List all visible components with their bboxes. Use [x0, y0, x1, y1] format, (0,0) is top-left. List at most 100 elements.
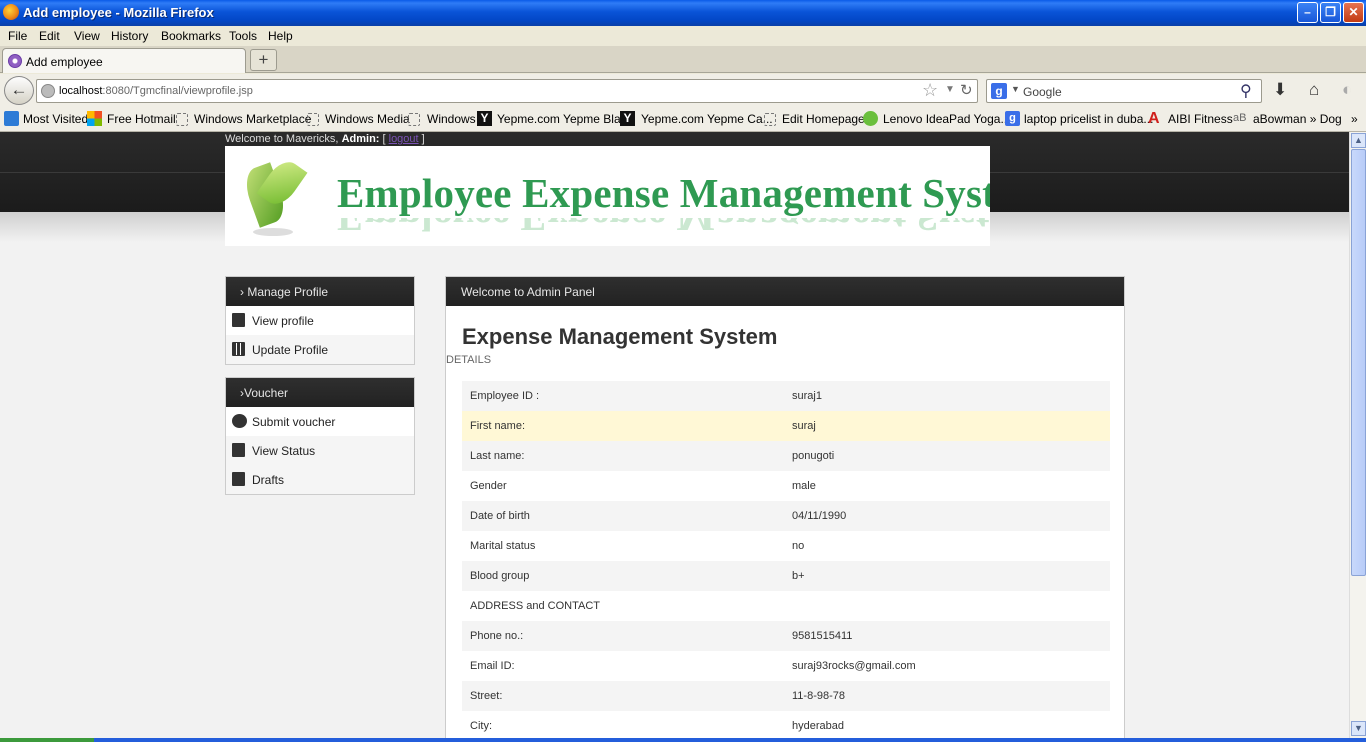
logout-link[interactable]: logout: [389, 133, 419, 145]
banner-title: Employee Expense Management System: [337, 170, 990, 216]
row-value: suraj: [792, 420, 816, 432]
menu-bookmarks[interactable]: Bookmarks: [161, 29, 221, 43]
google-search-engine-icon[interactable]: g: [991, 83, 1007, 99]
page-scrollbar[interactable]: ▲ ▼: [1349, 132, 1366, 738]
menu-help[interactable]: Help: [268, 29, 293, 43]
sidebar-item-update-profile[interactable]: Update Profile: [226, 335, 414, 364]
document-icon: [232, 472, 245, 486]
manage-profile-menu: › Manage Profile View profile Update Pro…: [225, 276, 415, 365]
bookmarks-toolbar: Most Visited Free Hotmail Windows Market…: [0, 106, 1366, 132]
address-bar[interactable]: localhost:8080/Tgmcfinal/viewprofile.jsp…: [36, 79, 978, 103]
row-value: suraj93rocks@gmail.com: [792, 660, 916, 672]
table-row: City: hyderabad: [462, 711, 1110, 738]
row-value: no: [792, 540, 805, 552]
downloads-icon[interactable]: ⬇: [1273, 80, 1287, 100]
sidebar-item-view-profile[interactable]: View profile: [226, 306, 414, 335]
bookmark-lenovo[interactable]: Lenovo IdeaPad Yoga...: [883, 112, 1010, 126]
minimize-button[interactable]: –: [1297, 2, 1318, 23]
lenovo-icon: [863, 111, 878, 126]
search-bar[interactable]: g ▼ Google ⚲: [986, 79, 1262, 103]
bookmark-free-hotmail[interactable]: Free Hotmail: [107, 112, 176, 126]
table-row: Marital status no: [462, 531, 1110, 561]
bookmark-laptop-pricelist[interactable]: laptop pricelist in duba...: [1024, 112, 1153, 126]
bookmark-star-icon[interactable]: ☆: [922, 80, 938, 101]
table-section-row: ADDRESS and CONTACT: [462, 591, 1110, 621]
sidebar-item-label: Submit voucher: [252, 415, 336, 429]
row-value: b+: [792, 570, 805, 582]
voucher-heading[interactable]: ›Voucher: [226, 378, 414, 407]
row-key: Blood group: [470, 570, 530, 582]
bookmark-yepme-bla[interactable]: Yepme.com Yepme Bla...: [497, 112, 631, 126]
row-key: First name:: [470, 420, 526, 432]
sidebar-item-label: View profile: [252, 314, 314, 328]
taskbar-edge: [0, 738, 1366, 742]
section-heading: ADDRESS and CONTACT: [470, 600, 600, 612]
reload-icon[interactable]: ↻: [960, 81, 973, 99]
menu-tools[interactable]: Tools: [229, 29, 257, 43]
bookmarks-overflow-button[interactable]: »: [1351, 112, 1358, 126]
sidebar-item-view-status[interactable]: View Status: [226, 436, 414, 465]
document-icon: [232, 313, 245, 327]
bookmark-yepme-ca[interactable]: Yepme.com Yepme Ca...: [641, 112, 773, 126]
scrollbar-thumb[interactable]: [1351, 149, 1366, 576]
bookmark-windows[interactable]: Windows: [427, 112, 476, 126]
tab-add-employee[interactable]: Add employee: [2, 48, 246, 73]
sidebar-item-submit-voucher[interactable]: Submit voucher: [226, 407, 414, 436]
calendar-icon: [232, 342, 245, 356]
table-row: Blood group b+: [462, 561, 1110, 591]
engine-dropdown-icon[interactable]: ▼: [1011, 84, 1020, 94]
admin-panel-heading: Welcome to Admin Panel: [446, 277, 1124, 306]
new-tab-button[interactable]: +: [250, 49, 277, 71]
table-row: Employee ID : suraj1: [462, 381, 1110, 411]
blank-page-icon: [764, 113, 776, 126]
bookmark-edit-homepage[interactable]: Edit Homepage: [782, 112, 865, 126]
home-icon[interactable]: ⌂: [1309, 80, 1319, 100]
abowman-icon: aB: [1233, 112, 1247, 124]
table-row: First name: suraj: [462, 411, 1110, 441]
menu-edit[interactable]: Edit: [39, 29, 60, 43]
close-button[interactable]: ✕: [1343, 2, 1364, 23]
sync-icon[interactable]: ◐: [1342, 80, 1352, 100]
bookmark-aibi-fitness[interactable]: AIBI Fitness: [1168, 112, 1233, 126]
tab-label: Add employee: [26, 55, 103, 69]
url-text: localhost:8080/Tgmcfinal/viewprofile.jsp: [59, 85, 253, 97]
bookmark-abowman[interactable]: aBowman » Dog: [1253, 112, 1342, 126]
yepme-icon: Y: [620, 111, 635, 126]
navigation-bar: ← localhost:8080/Tgmcfinal/viewprofile.j…: [0, 74, 1366, 106]
row-value: suraj1: [792, 390, 822, 402]
menu-file[interactable]: File: [8, 29, 27, 43]
row-key: Marital status: [470, 540, 536, 552]
sidebar-item-label: Update Profile: [252, 343, 329, 357]
row-key: City:: [470, 720, 492, 732]
start-button[interactable]: [0, 738, 94, 742]
bookmark-windows-media[interactable]: Windows Media: [325, 112, 410, 126]
search-icon[interactable]: ⚲: [1240, 81, 1252, 101]
manage-profile-heading[interactable]: › Manage Profile: [226, 277, 414, 306]
row-key: Date of birth: [470, 510, 530, 522]
menu-history[interactable]: History: [111, 29, 148, 43]
users-icon: [232, 414, 247, 428]
yepme-icon: Y: [477, 111, 492, 126]
page-favicon-icon: [8, 54, 22, 68]
scroll-down-arrow-icon[interactable]: ▼: [1351, 721, 1366, 736]
restore-button[interactable]: ❐: [1320, 2, 1341, 23]
history-dropdown-icon[interactable]: ▼: [945, 84, 955, 95]
row-key: Gender: [470, 480, 507, 492]
page-title: Expense Management System: [462, 324, 778, 349]
site-identity-icon[interactable]: [41, 84, 55, 98]
row-value: hyderabad: [792, 720, 844, 732]
back-button[interactable]: ←: [4, 76, 34, 105]
bookmark-windows-marketplace[interactable]: Windows Marketplace: [194, 112, 311, 126]
site-banner: Employee Expense Management System Emplo…: [225, 146, 990, 246]
most-visited-icon: [4, 111, 19, 126]
google-icon: g: [1005, 111, 1020, 126]
row-key: Email ID:: [470, 660, 515, 672]
sidebar-item-drafts[interactable]: Drafts: [226, 465, 414, 494]
page-content: Welcome to Mavericks, Admin: [ logout ] …: [0, 132, 1349, 738]
search-input[interactable]: Google: [1023, 85, 1062, 99]
scroll-up-arrow-icon[interactable]: ▲: [1351, 133, 1366, 148]
bookmark-most-visited[interactable]: Most Visited: [23, 112, 88, 126]
blank-page-icon: [307, 113, 319, 126]
sidebar-item-label: View Status: [252, 444, 316, 458]
menu-view[interactable]: View: [74, 29, 100, 43]
